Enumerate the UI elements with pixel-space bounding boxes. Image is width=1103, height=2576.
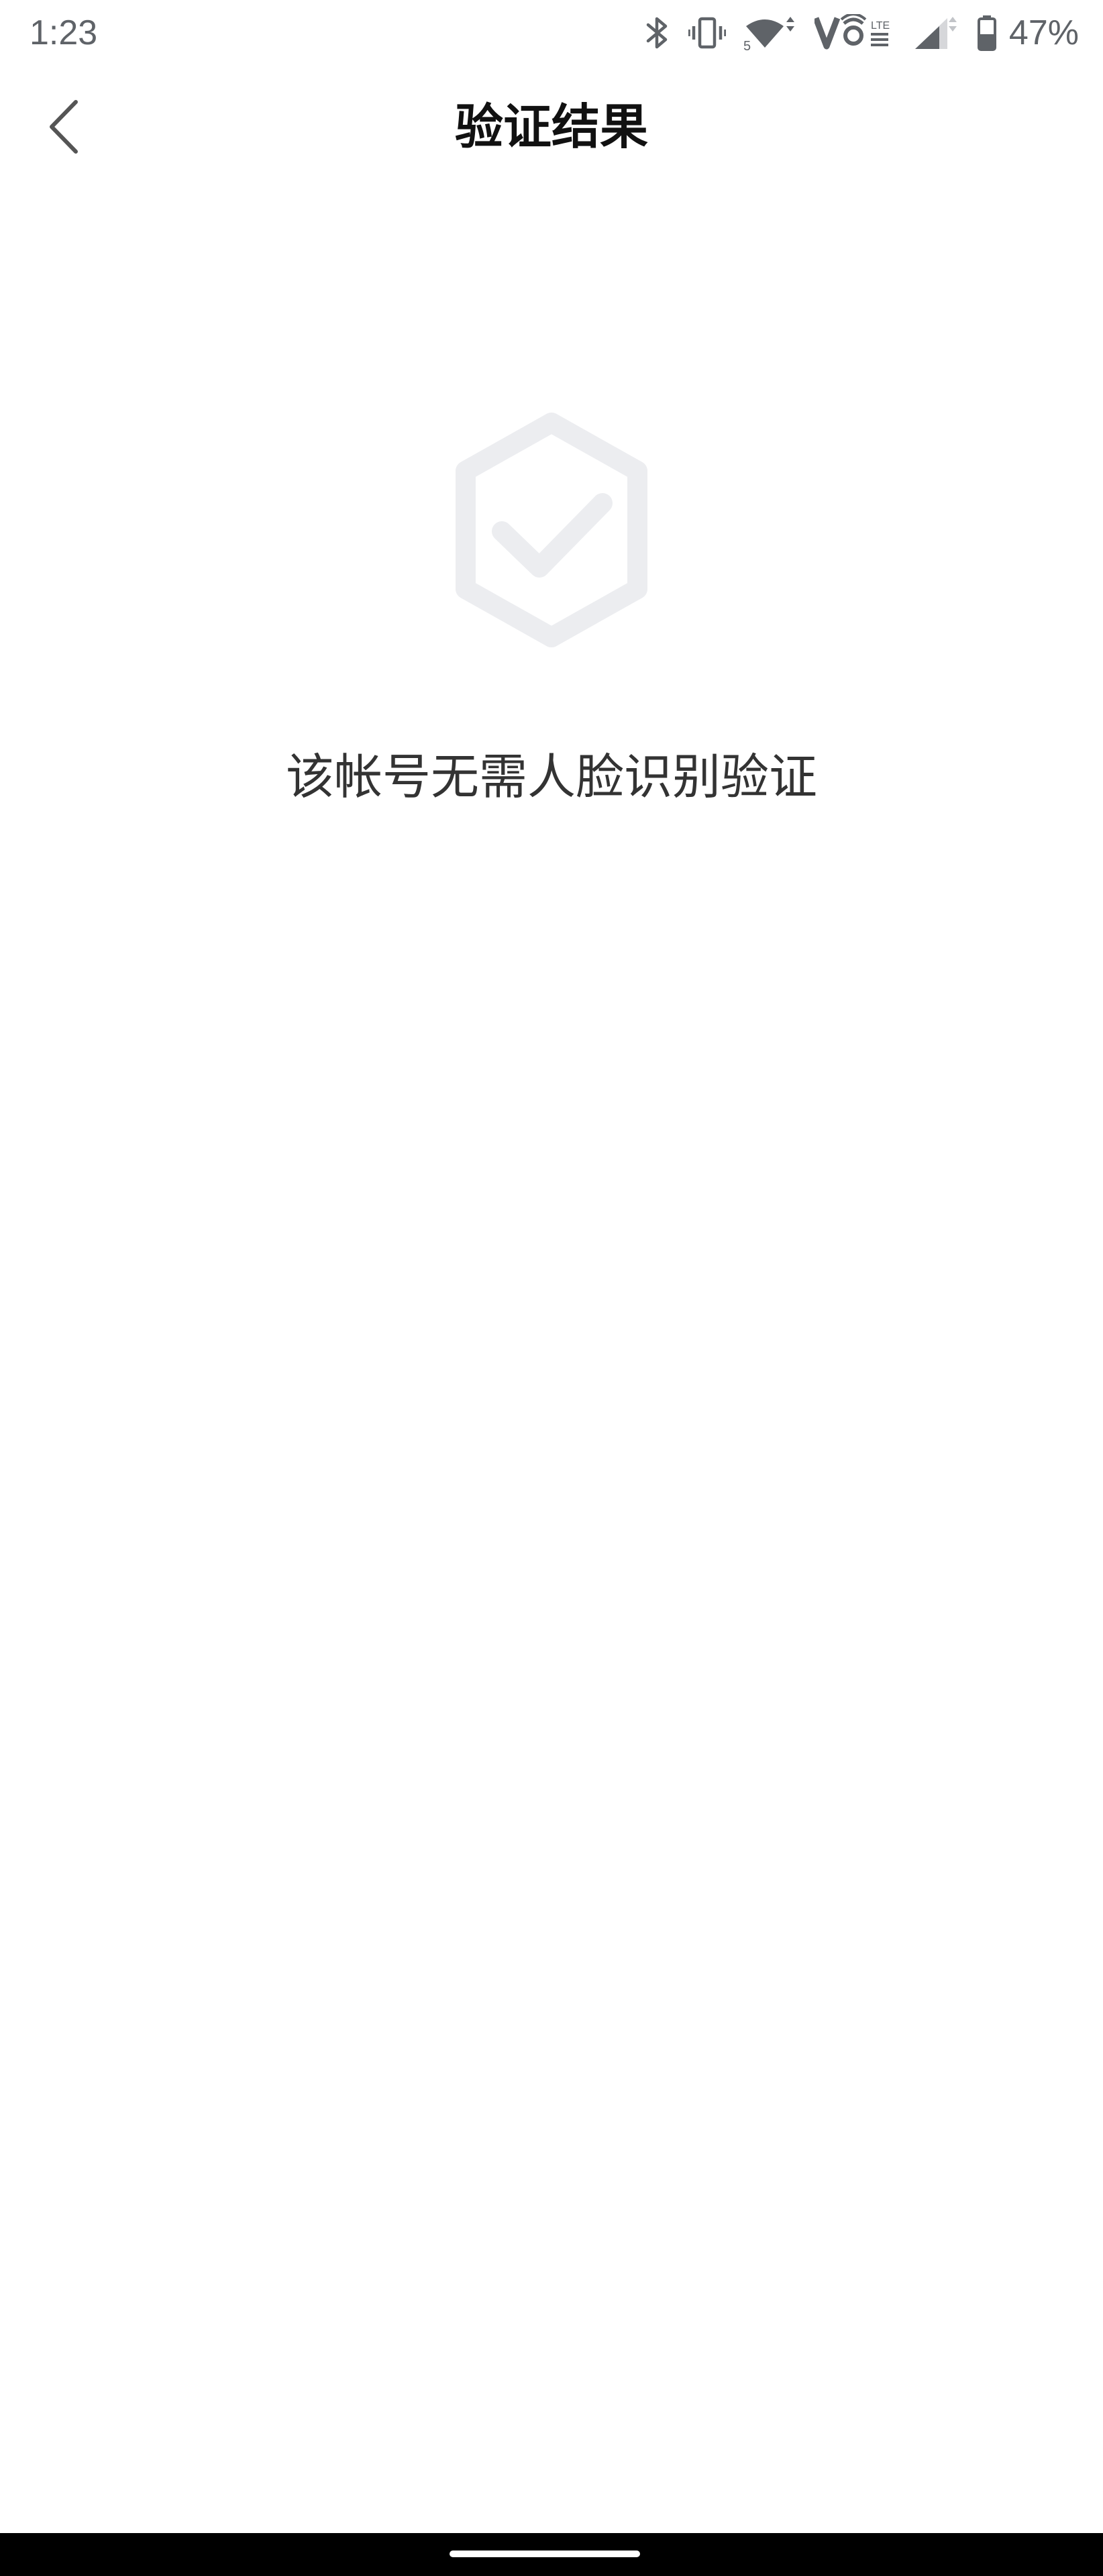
status-icons: 5 LTE 47% [644,9,1079,56]
status-bar: 1:23 5 LTE 47% [0,0,1103,67]
battery-icon [977,14,997,52]
bluetooth-icon [644,14,671,52]
system-navigation-bar [0,2533,1103,2576]
signal-icon [912,14,959,52]
result-message: 该帐号无需人脸识别验证 [285,749,817,805]
svg-text:LTE: LTE [871,20,890,32]
volte-icon: LTE [814,14,895,52]
status-time: 1:23 [30,13,98,52]
page-title: 验证结果 [454,99,648,155]
vibrate-icon [688,16,726,50]
home-indicator[interactable] [450,2551,640,2557]
svg-text:5: 5 [743,39,751,52]
battery-percent: 47% [1008,13,1079,52]
navigation-bar: 验证结果 [0,74,1103,181]
wifi-icon: 5 [743,14,797,52]
shield-check-icon [441,409,662,651]
verification-result-screen: 1:23 5 LTE 47% 验证结果 该帐号无需人脸识别验证 [0,0,1103,2576]
